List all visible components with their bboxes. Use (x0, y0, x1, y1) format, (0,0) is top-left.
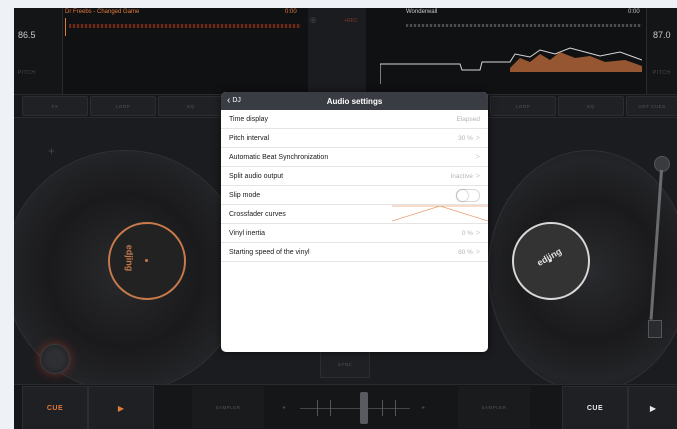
setting-label: Split audio output (229, 172, 284, 180)
right-deck-info: 87.0 PITCH (646, 8, 677, 94)
left-deck-info: 86.5 PITCH (14, 8, 63, 94)
crossfader-tick (395, 400, 396, 416)
left-eq-button[interactable]: EQ (158, 96, 224, 116)
setting-label: Crossfader curves (229, 210, 286, 218)
right-sampler-button[interactable]: SAMPLER (458, 386, 530, 428)
crossfader-tick (317, 400, 318, 416)
setting-row-vinyl-start-speed[interactable]: Starting speed of the vinyl 80 % > (221, 243, 488, 262)
headphone-icon[interactable]: ◎ (310, 16, 316, 24)
setting-label: Slip mode (229, 191, 261, 199)
left-cue-button[interactable]: CUE (22, 386, 88, 429)
left-pitch-label[interactable]: PITCH (18, 70, 36, 76)
left-play-icon: ▶ (117, 403, 125, 413)
dialog-header: ‹ DJ Audio settings (221, 92, 488, 110)
setting-label: Time display (229, 115, 269, 123)
right-track-overview[interactable]: Wonderwall 0:00 (366, 8, 647, 94)
left-track-overview[interactable]: Dr Freebs - Changed Game 0:00 (63, 8, 308, 94)
left-spindle (145, 259, 148, 262)
crossfader-left-arrow-icon[interactable]: ◂ (282, 404, 285, 411)
toggle-knob (457, 189, 468, 201)
left-label-logo: edjing (124, 244, 135, 272)
chevron-right-icon: > (475, 153, 480, 161)
right-eq-button[interactable]: EQ (558, 96, 624, 116)
setting-row-pitch-interval[interactable]: Pitch interval 30 % > (221, 129, 488, 148)
setting-value: Inactive (450, 172, 473, 180)
setting-label: Automatic Beat Synchronization (229, 153, 329, 161)
left-cue-label: CUE (46, 404, 64, 412)
setting-label: Starting speed of the vinyl (229, 248, 310, 256)
setting-row-split-audio[interactable]: Split audio output Inactive > (221, 167, 488, 186)
chevron-right-icon: > (475, 229, 480, 237)
right-hot-cues-button[interactable]: HOT CUES (626, 96, 677, 116)
chevron-right-icon: > (475, 172, 480, 180)
slip-mode-toggle[interactable] (456, 188, 480, 202)
left-sampler-button[interactable]: SAMPLER (192, 386, 264, 428)
setting-row-crossfader-curves[interactable]: Crossfader curves (221, 205, 488, 224)
right-loop-button[interactable]: LOOP (490, 96, 556, 116)
setting-row-time-display[interactable]: Time display Elapsed (221, 110, 488, 129)
dialog-title: Audio settings (326, 96, 383, 106)
right-vinyl-label: edjing (512, 222, 590, 300)
crossfader-curve-graph[interactable] (392, 205, 488, 222)
left-bpm: 86.5 (18, 30, 36, 40)
crossfader-tick (382, 400, 383, 416)
left-jog-knob[interactable] (40, 344, 70, 374)
right-mini-waveform (406, 24, 642, 27)
back-button[interactable]: ‹ DJ (227, 95, 241, 106)
left-sampler-label: SAMPLER (215, 404, 241, 410)
left-play-button[interactable]: ▶ (88, 386, 154, 429)
right-pitch-label[interactable]: PITCH (653, 70, 671, 76)
sync-button[interactable]: SYNC (320, 350, 370, 378)
right-label-logo: edjing (535, 246, 564, 268)
right-bpm: 87.0 (653, 30, 671, 40)
back-label: DJ (232, 97, 241, 104)
left-fx-button[interactable]: FX (22, 96, 88, 116)
left-track-time: 0:00 (285, 9, 297, 15)
crossfader-knob[interactable] (360, 392, 368, 424)
right-sampler-label: SAMPLER (481, 404, 507, 410)
setting-value: 80 % (458, 248, 473, 256)
right-spindle (549, 259, 552, 262)
right-cue-label: CUE (586, 404, 604, 412)
left-pitch-plus-icon[interactable]: + (48, 144, 55, 158)
setting-value: 30 % (458, 134, 473, 142)
crossfader-right-arrow-icon[interactable]: ▸ (422, 404, 425, 411)
tonearm-head (648, 320, 662, 338)
left-waveform (69, 24, 301, 28)
crossfader[interactable]: ◂ ▸ (282, 390, 432, 426)
right-cue-button[interactable]: CUE (562, 386, 628, 429)
setting-value: 0 % (461, 229, 473, 237)
chevron-right-icon: > (475, 134, 480, 142)
setting-label: Pitch interval (229, 134, 270, 142)
rec-button[interactable]: +REC (344, 18, 357, 24)
left-vinyl-label: edjing (108, 222, 186, 300)
right-play-button[interactable]: ▶ (628, 386, 677, 429)
left-loop-button[interactable]: LOOP (90, 96, 156, 116)
chevron-right-icon: > (475, 248, 480, 256)
setting-value: Elapsed (456, 115, 481, 123)
chevron-left-icon: ‹ (227, 95, 231, 106)
right-track-title: Wonderwall (406, 9, 438, 15)
setting-row-auto-beat-sync[interactable]: Automatic Beat Synchronization > (221, 148, 488, 167)
setting-row-slip-mode: Slip mode (221, 186, 488, 205)
right-waveform (380, 47, 642, 84)
right-play-icon: ▶ (649, 403, 657, 413)
setting-row-vinyl-inertia[interactable]: Vinyl inertia 0 % > (221, 224, 488, 243)
setting-label: Vinyl inertia (229, 229, 266, 237)
right-track-time: 0:00 (628, 9, 640, 15)
audio-settings-dialog: ‹ DJ Audio settings Time display Elapsed… (221, 92, 488, 352)
left-track-title: Dr Freebs - Changed Game (65, 9, 140, 15)
left-playhead (65, 18, 66, 36)
crossfader-tick (330, 400, 331, 416)
